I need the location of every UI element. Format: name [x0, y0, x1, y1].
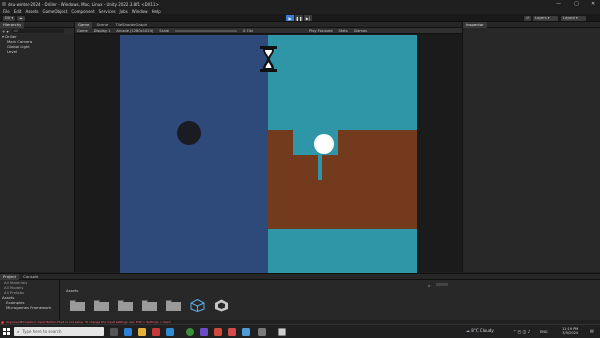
add-icon[interactable]: + ▾ [2, 29, 9, 34]
project-tabbar: Project Console [0, 274, 600, 280]
account-label: DU [5, 16, 11, 20]
windows-taskbar: ⌕ Type here to search ☁ 8°C Cloudy ⌃ ◰ ◫… [0, 324, 600, 338]
search-icon: ⌕ [17, 329, 20, 334]
prefab-cube-icon[interactable] [190, 299, 205, 312]
project-search-icon[interactable]: ⌕ [428, 283, 430, 288]
stats-button[interactable]: Stats [339, 29, 348, 33]
window-title: dsu-winter-2024 - Driller - Windows, Mac… [8, 1, 159, 7]
task-view-icon[interactable] [110, 328, 118, 336]
game-scene [120, 35, 417, 273]
menu-file[interactable]: File [3, 9, 10, 14]
folder-icon[interactable] [118, 300, 133, 311]
folder-icon[interactable] [142, 300, 157, 311]
project-panel: Project Console All Materials All Models… [0, 273, 600, 323]
clock-date: 3/5/2024 [562, 330, 579, 335]
file-explorer-icon[interactable] [138, 328, 146, 336]
main-toolbar: DU ▾ ☁ ▶ ❚❚ ▶| ↺ Layers ▾ Layout ▾ [0, 14, 600, 22]
title-bar: dsu-winter-2024 - Driller - Windows, Mac… [0, 0, 600, 8]
project-breadcrumb[interactable]: Assets [66, 288, 78, 293]
tab-inspector[interactable]: Inspector [463, 22, 487, 28]
gizmos-dropdown[interactable]: Gizmos [354, 29, 367, 33]
dirt-block [268, 130, 417, 229]
project-tree: All Materials All Models All Prefabs Ass… [0, 280, 60, 323]
layers-dropdown[interactable]: Layers ▾ [533, 15, 558, 21]
menu-gameobject[interactable]: GameObject [42, 9, 67, 14]
weather-widget[interactable]: ☁ 8°C Cloudy [466, 328, 494, 333]
close-button[interactable]: ✕ [591, 1, 595, 7]
language-indicator[interactable]: ENG [540, 330, 548, 334]
cloud-icon: ☁ [466, 328, 470, 333]
folder-icon[interactable] [70, 300, 85, 311]
scale-slider[interactable] [174, 30, 237, 32]
inspector-tabbar: Inspector [463, 22, 600, 28]
app-icon[interactable] [152, 328, 160, 336]
pause-button[interactable]: ❚❚ [295, 15, 303, 21]
cloud-icon[interactable]: ☁ [17, 15, 25, 21]
play-button[interactable]: ▶ [286, 15, 294, 21]
taskbar-search-input[interactable]: ⌕ Type here to search [14, 327, 104, 336]
account-button[interactable]: DU ▾ [3, 15, 16, 21]
minimize-button[interactable]: — [556, 1, 561, 7]
menu-assets[interactable]: Assets [25, 9, 38, 14]
scale-value: 0.74x [242, 28, 254, 33]
history-icon[interactable]: ↺ [524, 15, 531, 21]
inspector-panel: Inspector [462, 22, 600, 272]
app-icon[interactable] [228, 328, 236, 336]
layers-label: Layers [535, 16, 547, 20]
menu-window[interactable]: Window [132, 9, 148, 14]
menu-services[interactable]: Services [99, 9, 116, 14]
tab-hierarchy[interactable]: Hierarchy [0, 22, 25, 28]
menu-component[interactable]: Component [71, 9, 94, 14]
drill-shaft [318, 153, 322, 180]
play-icon: ▶ [288, 15, 292, 21]
teams-icon[interactable] [200, 328, 208, 336]
step-button[interactable]: ▶| [304, 15, 312, 21]
aspect-dropdown[interactable]: Arcade (1280x1024) [116, 29, 153, 33]
play-focused-dropdown[interactable]: Play Focused [309, 29, 332, 33]
game-mode-dropdown[interactable]: Game [77, 29, 88, 33]
game-view-bar: Game Display 1 Arcade (1280x1024) Scale … [75, 28, 462, 34]
app-icon[interactable] [258, 328, 266, 336]
layout-label: Layout [563, 16, 575, 20]
scale-label: Scale [159, 28, 169, 33]
tray-icons[interactable]: ⌃ ◰ ◫ ♪ [513, 329, 530, 334]
tab-tileshadergraph[interactable]: TileShaderGraph [112, 22, 150, 28]
menu-jobs[interactable]: Jobs [120, 9, 128, 14]
maximize-button[interactable]: ▢ [574, 1, 579, 7]
unity-taskbar-icon[interactable] [278, 328, 286, 336]
hierarchy-search-input[interactable]: All [11, 29, 64, 33]
pause-icon: ❚❚ [295, 15, 303, 21]
windows-start-icon[interactable] [3, 328, 10, 335]
office-icon[interactable] [214, 328, 222, 336]
icon-size-slider[interactable] [436, 283, 448, 286]
vscode-icon[interactable] [242, 328, 250, 336]
weather-text: 8°C Cloudy [471, 328, 494, 333]
tab-game[interactable]: Game [75, 22, 93, 28]
game-viewport[interactable] [120, 35, 417, 273]
menu-help[interactable]: Help [152, 9, 161, 14]
taskbar-search-placeholder: Type here to search [22, 329, 62, 334]
chrome-icon[interactable] [186, 328, 194, 336]
clock-time: 11:19 PM [562, 326, 579, 331]
hierarchy-panel: Hierarchy + ▾ All ▾ Driller Main Camera … [0, 22, 75, 272]
unity-scene-icon[interactable] [214, 299, 229, 312]
notification-icon[interactable]: ▤ [590, 328, 594, 333]
edge-icon[interactable] [124, 328, 132, 336]
step-icon: ▶| [305, 15, 311, 21]
layout-dropdown[interactable]: Layout ▾ [561, 15, 586, 21]
left-board [120, 35, 268, 273]
folder-icon[interactable] [94, 300, 109, 311]
menu-edit[interactable]: Edit [14, 9, 22, 14]
folder-icon[interactable] [166, 300, 181, 311]
store-icon[interactable] [166, 328, 174, 336]
hierarchy-item[interactable]: Level [0, 49, 74, 54]
tree-item[interactable]: Microgames Framework [0, 305, 59, 310]
tab-scene[interactable]: Scene [94, 22, 112, 28]
project-asset-grid [70, 299, 229, 312]
clock[interactable]: 11:19 PM 3/5/2024 [562, 327, 578, 335]
black-ball [177, 121, 201, 145]
display-dropdown[interactable]: Display 1 [94, 29, 111, 33]
white-ball [314, 134, 334, 154]
unity-logo-icon [2, 1, 6, 6]
